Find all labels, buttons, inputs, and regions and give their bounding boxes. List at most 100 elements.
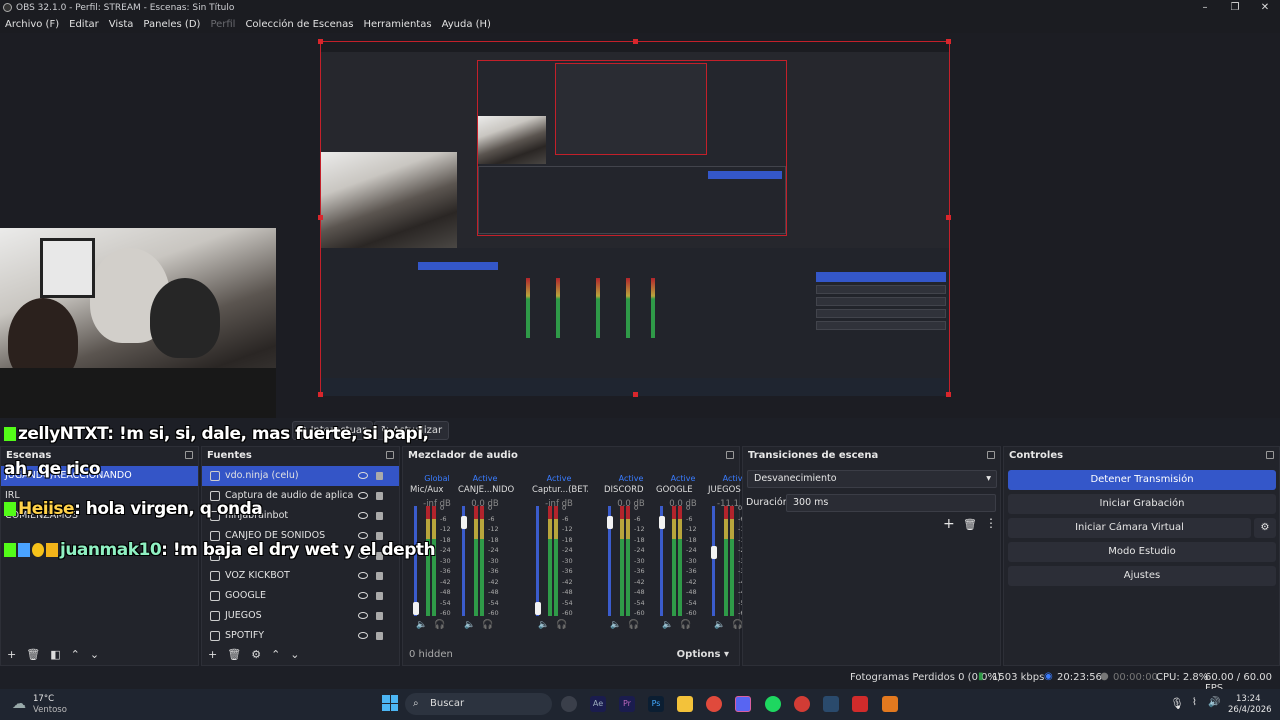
speaker-icon[interactable]: 🔈 bbox=[714, 620, 725, 630]
eye-icon[interactable] bbox=[358, 592, 368, 599]
app-icon[interactable] bbox=[852, 696, 868, 712]
menu-editar[interactable]: Editar bbox=[64, 19, 104, 30]
volume-fader[interactable] bbox=[712, 506, 715, 616]
chrome-2-icon[interactable] bbox=[794, 696, 810, 712]
volume-icon[interactable]: 🔊 bbox=[1208, 697, 1220, 708]
weather-icon[interactable]: ☁ bbox=[12, 696, 26, 712]
source-item[interactable]: GOOGLE bbox=[202, 586, 399, 606]
up-arrow-icon[interactable]: ⌃ bbox=[271, 648, 280, 661]
fader-knob[interactable] bbox=[412, 602, 419, 615]
trash-icon[interactable]: 🗑 bbox=[26, 648, 40, 661]
mic-icon[interactable]: 🎙 bbox=[1170, 697, 1184, 710]
maximize-icon[interactable]: ❐ bbox=[1220, 0, 1250, 15]
menu-archivo[interactable]: Archivo (F) bbox=[0, 19, 64, 30]
discord-icon[interactable] bbox=[735, 696, 751, 712]
source-item[interactable]: vdo.ninja (celu) bbox=[202, 466, 399, 486]
fader-knob[interactable] bbox=[534, 602, 541, 615]
down-arrow-icon[interactable]: ⌄ bbox=[90, 648, 99, 661]
start-recording-button[interactable]: Iniciar Grabación bbox=[1008, 494, 1276, 514]
filter-icon[interactable]: ◧ bbox=[50, 648, 60, 661]
chrome-icon[interactable] bbox=[706, 696, 722, 712]
speaker-icon[interactable]: 🔈 bbox=[662, 620, 673, 630]
options-button[interactable]: Options ▾ bbox=[677, 649, 729, 660]
speaker-icon[interactable]: 🔈 bbox=[610, 620, 621, 630]
eye-icon[interactable] bbox=[358, 632, 368, 639]
minimize-icon[interactable]: – bbox=[1190, 0, 1220, 15]
undock-icon[interactable] bbox=[185, 451, 193, 459]
fader-knob[interactable] bbox=[710, 546, 717, 559]
channel-name[interactable]: DISCORD bbox=[602, 485, 660, 499]
trash-icon[interactable]: 🗑 bbox=[227, 648, 241, 661]
fader-knob[interactable] bbox=[658, 516, 665, 529]
studio-mode-button[interactable]: Modo Estudio bbox=[1008, 542, 1276, 562]
wifi-icon[interactable]: ⌇ bbox=[1192, 697, 1197, 708]
photoshop-icon[interactable]: Ps bbox=[648, 696, 664, 712]
speaker-icon[interactable]: 🔈 bbox=[538, 620, 549, 630]
up-arrow-icon[interactable]: ⌃ bbox=[71, 648, 80, 661]
headphones-icon[interactable]: 🎧 bbox=[628, 620, 639, 630]
more-icon[interactable]: ⋮ bbox=[985, 516, 997, 530]
eye-icon[interactable] bbox=[358, 612, 368, 619]
speaker-icon[interactable]: 🔈 bbox=[416, 620, 427, 630]
lock-icon[interactable] bbox=[376, 512, 383, 520]
lock-icon[interactable] bbox=[376, 612, 383, 620]
lock-icon[interactable] bbox=[376, 472, 383, 480]
lock-icon[interactable] bbox=[376, 532, 383, 540]
source-item[interactable]: VOZ KICKBOT bbox=[202, 566, 399, 586]
start-virtual-camera-button[interactable]: Iniciar Cámara Virtual bbox=[1008, 518, 1251, 538]
spotify-icon[interactable] bbox=[765, 696, 781, 712]
eye-icon[interactable] bbox=[358, 572, 368, 579]
undock-icon[interactable] bbox=[726, 451, 734, 459]
speaker-icon[interactable]: 🔈 bbox=[464, 620, 475, 630]
gear-icon[interactable]: ⚙ bbox=[251, 648, 261, 661]
lock-icon[interactable] bbox=[376, 572, 383, 580]
add-icon[interactable]: + bbox=[208, 648, 217, 661]
menu-herramientas[interactable]: Herramientas bbox=[358, 19, 436, 30]
menu-paneles[interactable]: Paneles (D) bbox=[138, 19, 205, 30]
eye-icon[interactable] bbox=[358, 472, 368, 479]
volume-fader[interactable] bbox=[414, 506, 417, 616]
obs-taskbar-icon[interactable] bbox=[561, 696, 577, 712]
undock-icon[interactable] bbox=[1266, 451, 1274, 459]
undock-icon[interactable] bbox=[386, 451, 394, 459]
premiere-icon[interactable]: Pr bbox=[619, 696, 635, 712]
channel-name[interactable]: CANJE...NIDOS bbox=[456, 485, 514, 499]
lock-icon[interactable] bbox=[376, 592, 383, 600]
channel-name[interactable]: Captur...(BETA) bbox=[530, 485, 588, 499]
channel-name[interactable]: GOOGLE bbox=[654, 485, 712, 499]
headphones-icon[interactable]: 🎧 bbox=[482, 620, 493, 630]
stop-stream-button[interactable]: Detener Transmisión bbox=[1008, 470, 1276, 490]
lock-icon[interactable] bbox=[376, 492, 383, 500]
preview-canvas[interactable] bbox=[318, 39, 951, 397]
duration-spinbox[interactable]: 300 ms bbox=[786, 494, 996, 512]
close-icon[interactable]: ✕ bbox=[1250, 0, 1280, 15]
app-2-icon[interactable] bbox=[882, 696, 898, 712]
volume-fader[interactable] bbox=[536, 506, 539, 616]
source-item[interactable]: JUEGOS bbox=[202, 606, 399, 626]
down-arrow-icon[interactable]: ⌄ bbox=[290, 648, 299, 661]
folder-icon[interactable] bbox=[677, 696, 693, 712]
eye-icon[interactable] bbox=[358, 492, 368, 499]
menu-perfil[interactable]: Perfil bbox=[205, 19, 240, 30]
add-icon[interactable]: + bbox=[7, 648, 16, 661]
menu-ayuda[interactable]: Ayuda (H) bbox=[437, 19, 496, 30]
fader-knob[interactable] bbox=[606, 516, 613, 529]
trash-icon[interactable]: 🗑 bbox=[963, 518, 977, 531]
menu-coleccion[interactable]: Colección de Escenas bbox=[240, 19, 358, 30]
after-effects-icon[interactable]: Ae bbox=[590, 696, 606, 712]
menu-vista[interactable]: Vista bbox=[104, 19, 139, 30]
headphones-icon[interactable]: 🎧 bbox=[556, 620, 567, 630]
add-transition-icon[interactable]: + bbox=[943, 516, 955, 532]
eye-icon[interactable] bbox=[358, 512, 368, 519]
fader-knob[interactable] bbox=[460, 516, 467, 529]
headphones-icon[interactable]: 🎧 bbox=[680, 620, 691, 630]
transition-select[interactable]: Desvanecimiento ▾ bbox=[747, 470, 997, 488]
settings-button[interactable]: Ajustes bbox=[1008, 566, 1276, 586]
search-box[interactable]: ⌕ Buscar bbox=[405, 693, 552, 715]
windows-start-icon[interactable] bbox=[382, 695, 398, 711]
eye-icon[interactable] bbox=[358, 532, 368, 539]
lock-icon[interactable] bbox=[376, 632, 383, 640]
headphones-icon[interactable]: 🎧 bbox=[434, 620, 445, 630]
virtual-camera-settings-icon[interactable]: ⚙ bbox=[1254, 518, 1276, 538]
undock-icon[interactable] bbox=[987, 451, 995, 459]
